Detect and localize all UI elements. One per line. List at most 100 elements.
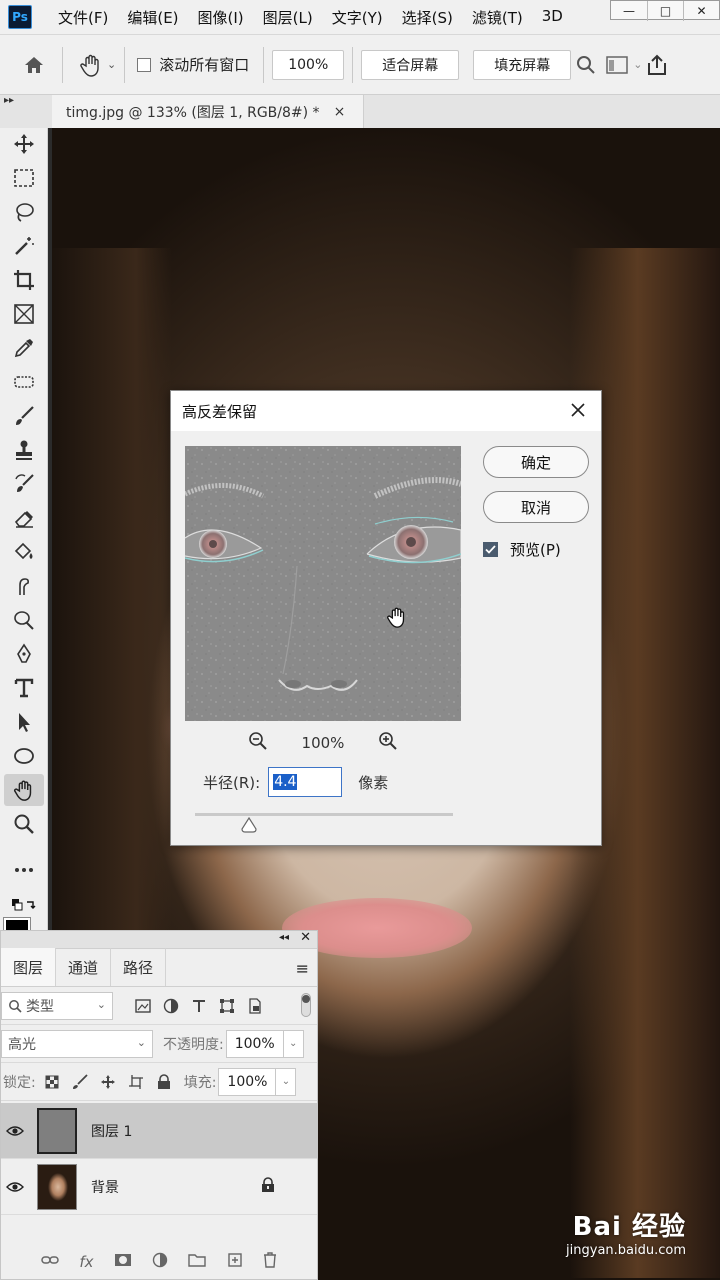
menu-file[interactable]: 文件(F) <box>58 7 108 28</box>
preview-zoom-row: 100% <box>185 729 461 757</box>
filter-adjustment-icon[interactable] <box>157 992 185 1020</box>
filter-type-icon[interactable] <box>185 992 213 1020</box>
filter-pixel-icon[interactable] <box>129 992 157 1020</box>
chevron-down-icon: ⌄ <box>96 997 106 1011</box>
close-panel-icon[interactable]: ✕ <box>300 930 311 945</box>
checkbox-checked-icon <box>483 542 498 557</box>
history-brush-icon[interactable] <box>4 468 44 500</box>
delete-layer-icon[interactable] <box>263 1252 277 1272</box>
tool-preset-chevron-icon[interactable]: ⌄ <box>107 58 116 71</box>
cancel-button[interactable]: 取消 <box>483 491 589 523</box>
clone-stamp-icon[interactable] <box>4 434 44 466</box>
tab-paths[interactable]: 路径 <box>111 948 167 986</box>
eyedropper-tool-icon[interactable] <box>4 332 44 364</box>
visibility-eye-icon[interactable] <box>1 1181 29 1193</box>
zoom-in-icon[interactable] <box>378 731 398 755</box>
watermark-brand: Bai 经验 <box>572 1212 686 1242</box>
add-mask-icon[interactable] <box>114 1253 132 1271</box>
type-tool-icon[interactable] <box>4 672 44 704</box>
path-selection-icon[interactable] <box>4 706 44 738</box>
lock-transparent-icon[interactable] <box>38 1068 66 1096</box>
marquee-tool-icon[interactable] <box>4 162 44 194</box>
workspace-icon[interactable] <box>601 45 633 85</box>
zoom-tool-icon[interactable] <box>4 808 44 840</box>
layer-row[interactable]: 背景 <box>1 1159 317 1215</box>
lasso-tool-icon[interactable] <box>4 196 44 228</box>
layer-filter-select[interactable]: 类型 ⌄ <box>1 991 113 1020</box>
radius-slider-track[interactable] <box>195 813 453 816</box>
filter-toggle[interactable] <box>301 993 311 1017</box>
hand-tool-icon[interactable] <box>71 45 111 85</box>
separator <box>263 46 265 83</box>
fill-chevron-icon[interactable]: ⌄ <box>276 1067 297 1096</box>
radius-input[interactable]: 4.4 <box>268 767 343 797</box>
frame-tool-icon[interactable] <box>4 298 44 330</box>
new-layer-icon[interactable] <box>227 1252 243 1272</box>
zoom-percent-field[interactable]: 100% <box>272 49 345 80</box>
eraser-tool-icon[interactable] <box>4 502 44 534</box>
ellipse-tool-icon[interactable] <box>4 740 44 772</box>
menu-edit[interactable]: 编辑(E) <box>127 7 178 28</box>
radius-slider-thumb[interactable] <box>240 816 258 833</box>
close-document-icon[interactable]: × <box>334 104 346 120</box>
zoom-out-icon[interactable] <box>248 731 268 755</box>
maximize-button[interactable]: □ <box>647 1 683 21</box>
collapse-panel-icon[interactable]: ◂◂ <box>279 932 289 943</box>
lock-position-icon[interactable] <box>94 1068 122 1096</box>
close-icon[interactable] <box>565 397 591 423</box>
smudge-tool-icon[interactable] <box>4 570 44 602</box>
visibility-eye-icon[interactable] <box>1 1125 29 1137</box>
preview-checkbox[interactable]: 预览(P) <box>483 539 561 560</box>
link-layers-icon[interactable] <box>41 1254 59 1270</box>
close-window-button[interactable]: ✕ <box>683 1 719 21</box>
lock-all-icon[interactable] <box>150 1068 178 1096</box>
filter-smart-object-icon[interactable] <box>241 992 269 1020</box>
tab-channels[interactable]: 通道 <box>56 948 112 986</box>
hand-tool-active-icon[interactable] <box>4 774 44 806</box>
dodge-tool-icon[interactable] <box>4 604 44 636</box>
pen-tool-icon[interactable] <box>4 638 44 670</box>
filter-preview[interactable] <box>185 446 461 721</box>
ok-button[interactable]: 确定 <box>483 446 589 478</box>
dialog-title: 高反差保留 <box>182 402 258 421</box>
share-icon[interactable] <box>642 45 672 85</box>
fill-field[interactable]: 100% <box>218 1067 277 1096</box>
home-icon[interactable] <box>14 45 54 85</box>
paint-bucket-icon[interactable] <box>4 536 44 568</box>
opacity-chevron-icon[interactable]: ⌄ <box>283 1029 304 1058</box>
blend-mode-select[interactable]: 高光 ⌄ <box>1 1029 153 1058</box>
document-tab[interactable]: timg.jpg @ 133% (图层 1, RGB/8#) * × <box>52 95 364 129</box>
more-tools-icon[interactable] <box>4 854 44 886</box>
minimize-button[interactable]: — <box>611 1 647 21</box>
menu-filter[interactable]: 滤镜(T) <box>472 7 523 28</box>
fit-screen-button[interactable]: 适合屏幕 <box>361 49 460 80</box>
brush-tool-icon[interactable] <box>4 400 44 432</box>
healing-brush-icon[interactable] <box>4 366 44 398</box>
lock-artboard-icon[interactable] <box>122 1068 150 1096</box>
magic-wand-icon[interactable] <box>4 230 44 262</box>
menu-image[interactable]: 图像(I) <box>198 7 244 28</box>
filter-shape-icon[interactable] <box>213 992 241 1020</box>
new-group-icon[interactable] <box>188 1253 206 1271</box>
menu-select[interactable]: 选择(S) <box>402 7 453 28</box>
panel-menu-icon[interactable]: ≡ <box>296 959 309 978</box>
search-icon[interactable] <box>571 45 601 85</box>
adjustment-layer-icon[interactable] <box>152 1252 168 1272</box>
menu-type[interactable]: 文字(Y) <box>332 7 383 28</box>
tab-layers[interactable]: 图层 <box>1 948 57 986</box>
blend-opacity-row: 高光 ⌄ 不透明度: 100% ⌄ <box>1 1025 317 1063</box>
menu-layer[interactable]: 图层(L) <box>263 7 313 28</box>
move-tool-icon[interactable] <box>4 128 44 160</box>
opacity-field[interactable]: 100% <box>225 1029 284 1058</box>
layer-row[interactable]: 图层 1 <box>1 1103 317 1159</box>
fill-screen-button[interactable]: 填充屏幕 <box>473 49 572 80</box>
menu-3d[interactable]: 3D <box>542 7 563 28</box>
crop-tool-icon[interactable] <box>4 264 44 296</box>
collapse-panels-icon[interactable]: ▸▸ <box>4 95 14 106</box>
scroll-all-windows-checkbox[interactable] <box>137 57 152 72</box>
separator <box>62 46 63 83</box>
layer-style-icon[interactable]: fx <box>79 1253 93 1271</box>
lock-pixels-icon[interactable] <box>66 1068 94 1096</box>
workspace-chevron-icon[interactable]: ⌄ <box>633 58 642 71</box>
menu-bar: Ps 文件(F) 编辑(E) 图像(I) 图层(L) 文字(Y) 选择(S) 滤… <box>0 0 720 34</box>
